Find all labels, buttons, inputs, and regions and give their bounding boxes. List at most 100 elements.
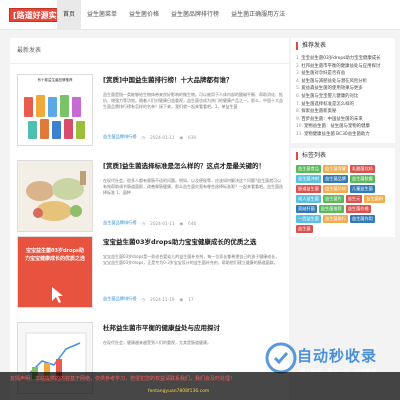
tag-item[interactable]: 益生元 — [345, 194, 363, 203]
post-title[interactable]: 杜邦益生菌市平衡的健康益处与应用探讨 — [103, 324, 283, 333]
recommend-item[interactable]: 3.益生菌对孕妇是否有益 — [296, 70, 390, 78]
nav-probiotic-price[interactable]: 益生菌价格 — [123, 0, 165, 30]
tag-item[interactable]: 益生菌 — [296, 224, 313, 233]
watermark-badge-icon — [265, 342, 297, 374]
watermark-text: 自动秒收录 — [297, 347, 378, 365]
recommend-item[interactable]: 5.爱益森益生菌的使用效果与更多 — [296, 85, 390, 93]
post-meta: 益生菌品牌排行榜 ◷ 2024-01-11 ◉ 646 — [103, 220, 196, 226]
post-category[interactable]: 益生菌品牌排行榜 — [103, 296, 137, 302]
tag-item[interactable]: 益生菌冲剂 — [296, 174, 321, 183]
recommend-index: 2. — [296, 63, 301, 69]
recommend-index: 1. — [296, 56, 301, 61]
tag-item[interactable]: 益生菌保健 — [322, 164, 348, 173]
recommend-title: 推荐发表 — [296, 42, 390, 50]
recommend-label: 爱益森益生菌的使用效果与更多 — [301, 86, 363, 92]
recommend-item[interactable]: 10.宠物益生菌：益生菌与宠物的健康 — [296, 123, 390, 131]
tags-title: 标签列表 — [296, 151, 390, 160]
recommend-item[interactable]: 1.宝宝益生菌03岁drops助力宝宝健康成长 — [296, 55, 390, 63]
tag-item[interactable]: 成人益生菌 — [296, 194, 321, 203]
cursor-icon — [52, 287, 63, 303]
product-bottles-image — [24, 95, 85, 139]
tag-item[interactable]: 乳酸菌饮料 — [349, 164, 375, 173]
nav-probiotic-menu[interactable]: 益生菌菜单 — [81, 0, 123, 30]
calendar-icon: ◷ — [141, 134, 146, 140]
post-item: 宝宝益生菌03岁drops助力宝宝健康成长的优质之选 宝宝益生菌03岁drops… — [17, 236, 283, 314]
footer-notice: 友情声明：本站提供的内容基于网络，仅供参考学习，若侵犯您的权益请联系我们，我们会… — [10, 376, 236, 382]
recommend-index: 6. — [296, 93, 301, 99]
post-views: 630 — [188, 134, 197, 140]
recommend-item[interactable]: 9.百步益生菌：中国益生菌的未来 — [296, 116, 390, 124]
recommend-label: 探索益生菌新奥秘 — [301, 109, 337, 115]
tag-cloud: 益生菌食品 益生菌保健 乳酸菌饮料益生菌冲剂 益生菌品牌 益生菌胶囊肠道益生菌 益生菌功效… — [296, 164, 390, 233]
calendar-icon: ◷ — [141, 220, 146, 226]
post-meta: 益生菌品牌排行榜 ◷ 2024-11-19 ◉ 17 — [103, 296, 194, 302]
recommend-item[interactable]: 7.益生菌选择标准是怎么样的 — [296, 101, 390, 109]
post-excerpt: 在现代社会，很多人都有胃肠不适的问题。例如，以及便秘等，应该如何解决这个问题?益… — [103, 178, 283, 195]
recommend-item[interactable]: 6.益生菌与宝宝婴儿健康的对比 — [296, 93, 390, 101]
recommend-index: 7. — [296, 101, 301, 107]
tag-item[interactable]: 益生菌食品 — [296, 164, 321, 173]
recommend-box: 推荐发表 1.宝宝益生菌03岁drops助力宝宝健康成长 2.杜邦益生菌市平衡的健… — [291, 38, 395, 143]
recommend-item[interactable]: 8.探索益生菌新奥秘 — [296, 108, 390, 116]
tag-item[interactable]: 益生菌功效 — [322, 184, 348, 193]
post-category[interactable]: 益生菌品牌排行榜 — [103, 220, 137, 226]
recommend-item[interactable]: 2.杜邦益生菌市平衡的健康益处与应用探讨 — [296, 63, 390, 71]
post-item: 杜邦益生菌市平衡的健康益处与应用探讨 在现代社会，健康越来越受到人们的重视，尤其… — [17, 322, 283, 394]
post-title[interactable]: 宝宝益生菌03岁drops助力宝宝健康成长的优质之选 — [103, 238, 283, 247]
recommend-label: 益生菌与减肥益处与潜在风险分析 — [301, 78, 368, 84]
thumb-caption: 有十款益生菌品牌推荐 — [37, 78, 73, 82]
post-views: 646 — [188, 220, 197, 226]
eye-icon: ◉ — [179, 220, 184, 226]
recommend-item[interactable]: 11.宠物健康益生菌 BC30益生菌助力 — [296, 131, 390, 139]
recommend-label: 宝宝益生菌03岁drops助力宝宝健康成长 — [301, 56, 381, 61]
recommend-label: 益生菌选择标准是怎么样的 — [301, 101, 354, 107]
tag-item[interactable]: 一西益生菌 — [296, 214, 321, 223]
post-date: 2024-01-11 — [150, 134, 175, 140]
recommend-label: 百步益生菌：中国益生菌的未来 — [301, 116, 363, 122]
calendar-icon: ◷ — [141, 296, 146, 302]
post-title[interactable]: [赏质]益生菌选择标准是怎么样的？这点才是最关键的！ — [103, 162, 283, 171]
post-excerpt: 在现代社会，健康越来越受到人们的重视，尤其是肠道健康。 — [103, 340, 211, 345]
recommend-index: 10. — [296, 124, 303, 130]
tag-item[interactable]: 益生菌胶囊 — [349, 174, 375, 183]
post-thumbnail[interactable] — [17, 160, 93, 232]
post-date: 2024-01-11 — [150, 220, 175, 226]
post-title[interactable]: [赏质]中国益生菌排行榜！十大品牌都有谁？ — [103, 76, 283, 85]
nav-home[interactable]: 首页 — [57, 0, 82, 30]
recommend-label: 杜邦益生菌市平衡的健康益处与应用探讨 — [301, 63, 381, 69]
tag-item[interactable]: 益生菌品牌 — [322, 174, 348, 183]
recommend-index: 8. — [296, 109, 301, 115]
recommend-index: 3. — [296, 71, 301, 77]
nav-usage-method[interactable]: 益生菌正确服用方法 — [225, 0, 291, 30]
post-thumbnail[interactable]: 有十款益生菌品牌推荐 — [17, 74, 93, 146]
food-photo-image — [18, 161, 92, 231]
tag-item[interactable]: 益生菌片 — [322, 194, 344, 203]
post-excerpt: 宝宝益生菌03岁drops是一款适合婴幼儿的益生菌补充剂，每一位家长都希望自己的… — [103, 254, 280, 265]
tag-item[interactable]: 双歧杆菌 — [296, 204, 317, 213]
tag-item[interactable]: 肠道益生菌 — [296, 184, 321, 193]
tags-box: 标签列表 益生菌食品 益生菌保健 乳酸菌饮料益生菌冲剂 益生菌品牌 益生菌胶囊肠道益生菌… — [291, 147, 395, 237]
recommend-label: 宠物健康益生菌 BC30益生菌助力 — [303, 131, 370, 137]
latest-posts-panel: 最新发表 有十款益生菌品牌推荐 [赏质]中国益生菌排行榜！十大品牌都有谁？ 益生… — [10, 38, 289, 400]
recommend-item[interactable]: 4.益生菌与减肥益处与潜在风险分析 — [296, 78, 390, 86]
nav-brand-ranking[interactable]: 益生菌品牌排行榜 — [165, 0, 225, 30]
recommend-label: 益生菌与宝宝婴儿健康的对比 — [301, 93, 359, 99]
recommend-index: 9. — [296, 116, 301, 122]
post-item: 有十款益生菌品牌推荐 [赏质]中国益生菌排行榜！十大品牌都有谁？ 益生菌是指一类… — [17, 74, 283, 152]
recommend-index: 11. — [296, 131, 303, 137]
tag-item[interactable]: 益生菌价格 — [345, 204, 371, 213]
recommend-index: 4. — [296, 78, 301, 84]
post-meta: 益生菌品牌排行榜 ◷ 2024-01-11 ◉ 630 — [103, 134, 196, 140]
post-category[interactable]: 益生菌品牌排行榜 — [103, 134, 137, 140]
tag-item[interactable]: 益生菌粉 — [364, 194, 386, 203]
thumb-caption: 宝宝益生菌03岁drops助力宝宝健康成长的优质之选 — [24, 248, 85, 262]
tag-item[interactable]: 益生菌作用 — [349, 214, 375, 223]
tag-item[interactable]: 益生菌排行 — [322, 214, 348, 223]
recommend-label: 益生菌对孕妇是否有益 — [301, 71, 346, 77]
post-thumbnail[interactable]: 宝宝益生菌03岁drops助力宝宝健康成长的优质之选 — [17, 236, 93, 308]
tag-item[interactable]: 儿童益生菌 — [349, 184, 375, 193]
main-nav: 首页 益生菌菜单 益生菌价格 益生菌品牌排行榜 益生菌正确服用方法 — [57, 0, 291, 30]
eye-icon: ◉ — [179, 134, 184, 140]
tag-item[interactable]: 益生菌推荐 — [318, 204, 344, 213]
footer-url[interactable]: fentangyuan7808f136.com — [148, 389, 209, 394]
